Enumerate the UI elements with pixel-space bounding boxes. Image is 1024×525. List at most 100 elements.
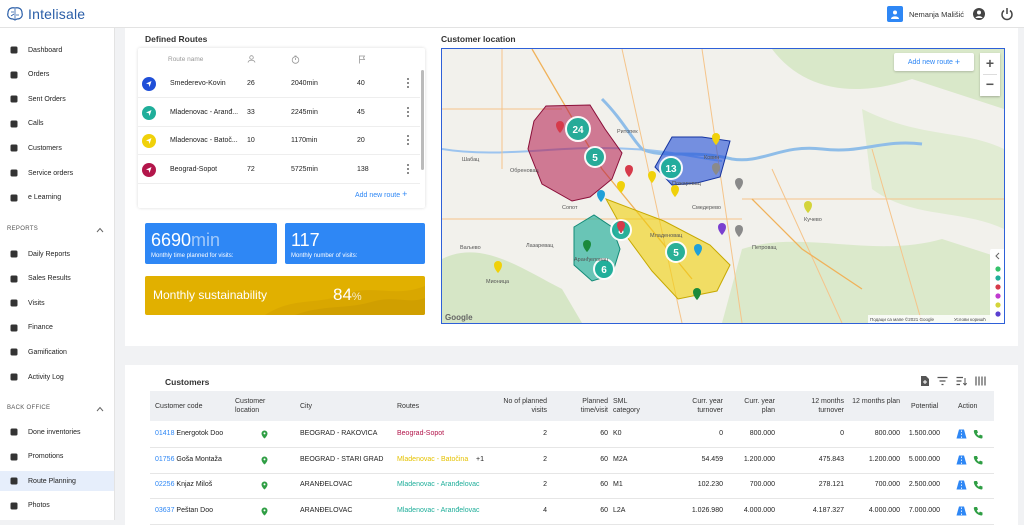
- map-canvas[interactable]: 24 5 13 8 5 6 Ритопек: [442, 49, 1004, 323]
- route-row[interactable]: Beograd-Sopot 72 5725min 138: [138, 156, 420, 184]
- customer-code-cell[interactable]: 01756 Goša Montaža: [155, 456, 222, 463]
- sidebar-item-finance[interactable]: Finance: [0, 318, 114, 338]
- table-row[interactable]: 01418 Energotok Doo BEOGRAD - RAKOVICA Beo…: [150, 422, 994, 448]
- sidebar-item-dashboard[interactable]: Dashboard: [0, 40, 114, 60]
- export-file-icon[interactable]: [920, 375, 930, 387]
- filter-icon[interactable]: [937, 376, 948, 386]
- cy-plan-cell: 800.000: [749, 430, 775, 437]
- location-pin-icon[interactable]: [261, 456, 268, 465]
- sidebar-item-daily-reports[interactable]: Daily Reports: [0, 244, 114, 264]
- customer-code-cell[interactable]: 02256 Knjaz Miloš: [155, 481, 212, 488]
- sidebar-item-calls[interactable]: Calls: [0, 114, 114, 134]
- col-routes[interactable]: Routes: [397, 402, 419, 411]
- account-icon[interactable]: [972, 7, 986, 21]
- route-row[interactable]: Mladenovac - Aranđ... 33 2245min 45: [138, 99, 420, 127]
- route-cell[interactable]: Mladenovac - Batočina: [397, 456, 468, 463]
- sidebar-item-label: Activity Log: [28, 373, 64, 381]
- route-row[interactable]: Smederevo-Kovin 26 2040min 40: [138, 70, 420, 98]
- road-icon[interactable]: [956, 455, 967, 465]
- sidebar-item-done-inventories[interactable]: Done inventories: [0, 422, 114, 442]
- m12-plan-cell: 800.000: [874, 430, 900, 437]
- sidebar-item-label: Sales Results: [28, 275, 71, 283]
- planned-visits-cell: 2: [543, 455, 547, 463]
- timer-header-icon: [291, 55, 300, 64]
- sidebar-item-sales-results[interactable]: Sales Results: [0, 269, 114, 289]
- customer-code-cell[interactable]: 01418 Energotok Doo: [155, 430, 223, 437]
- map-add-route-button[interactable]: Add new route +: [894, 53, 974, 71]
- route-flags: 20: [357, 137, 365, 144]
- sidebar-item-route-planning[interactable]: Route Planning: [0, 471, 114, 492]
- more-vert-icon[interactable]: [406, 77, 410, 89]
- route-time: 5725min: [291, 165, 318, 173]
- route-color-dot: [142, 134, 156, 148]
- monthly-visits-label: Monthly number of visits:: [291, 253, 358, 259]
- user-menu[interactable]: Nemanja Mališić: [886, 6, 964, 22]
- cy-plan-cell: 700.000: [749, 481, 775, 488]
- zoom-in-button[interactable]: +: [980, 53, 1000, 74]
- col-customer-location[interactable]: Customer location: [235, 397, 280, 415]
- col-12m-turnover[interactable]: 12 months turnover: [793, 397, 844, 415]
- routes-scrollbar[interactable]: [421, 70, 424, 170]
- phone-call-icon[interactable]: [973, 455, 983, 465]
- customer-code-cell[interactable]: 03637 Peštan Doo: [155, 507, 213, 514]
- chevron-up-icon[interactable]: [96, 226, 104, 234]
- sidebar-item-e-learning[interactable]: e Learning: [0, 188, 114, 208]
- sidebar-item-gamification[interactable]: Gamification: [0, 342, 114, 362]
- table-row[interactable]: 01756 Goša Montaža BEOGRAD - STARI GRAD Ml…: [150, 448, 994, 474]
- logo[interactable]: Intelisale: [6, 6, 85, 22]
- sidebar-item-service-orders[interactable]: Service orders: [0, 163, 114, 183]
- sidebar-item-sent-orders[interactable]: Sent Orders: [0, 89, 114, 109]
- location-pin-icon[interactable]: [261, 481, 268, 490]
- route-extra-count[interactable]: +1: [476, 456, 484, 463]
- top-bar: Intelisale Nemanja Mališić: [0, 0, 1024, 28]
- planned-time-cell: 60: [600, 506, 608, 514]
- svg-text:Пожаревац: Пожаревац: [672, 181, 702, 187]
- more-vert-icon[interactable]: [406, 134, 410, 146]
- zoom-out-button[interactable]: −: [980, 75, 1000, 96]
- sidebar-item-promotions[interactable]: Promotions: [0, 447, 114, 467]
- route-cell[interactable]: Beograd-Sopot: [397, 430, 444, 437]
- phone-call-icon[interactable]: [973, 506, 983, 516]
- sort-icon[interactable]: [956, 376, 967, 386]
- route-name: Beograd-Sopot: [170, 165, 218, 173]
- location-pin-icon[interactable]: [261, 430, 268, 439]
- more-vert-icon[interactable]: [406, 106, 410, 118]
- columns-icon[interactable]: [975, 376, 986, 386]
- phone-call-icon[interactable]: [973, 429, 983, 439]
- navigation-arrow-icon: [146, 109, 152, 116]
- route-cell[interactable]: Mladenovac - Aranđelovac: [397, 481, 480, 488]
- avatar: [886, 6, 903, 22]
- table-row[interactable]: 03637 Peštan Doo ARANĐELOVAC Mladenovac - …: [150, 499, 994, 525]
- road-icon[interactable]: [956, 429, 967, 439]
- col-potential[interactable]: Potential: [911, 402, 938, 411]
- sidebar-item-visits[interactable]: Visits: [0, 293, 114, 313]
- route-row[interactable]: Mladenovac - Batoč... 10 1170min 20: [138, 127, 420, 155]
- col-customer-code[interactable]: Customer code: [155, 402, 202, 411]
- sidebar-item-orders[interactable]: Orders: [0, 65, 114, 85]
- customer-map[interactable]: 24 5 13 8 5 6 Ритопек: [441, 48, 1005, 324]
- add-new-route-button[interactable]: Add new route +: [355, 189, 407, 199]
- more-vert-icon[interactable]: [406, 163, 410, 175]
- phone-call-icon[interactable]: [973, 480, 983, 490]
- monthly-time-label: Monthly time planned for visits:: [151, 253, 234, 259]
- location-pin-icon[interactable]: [261, 507, 268, 516]
- road-icon[interactable]: [956, 506, 967, 516]
- col-planned-time[interactable]: Planned time/visit: [570, 397, 608, 415]
- col-city[interactable]: City: [300, 402, 312, 411]
- route-legend-panel[interactable]: [990, 249, 1004, 323]
- road-icon[interactable]: [956, 480, 967, 490]
- route-time: 2040min: [291, 80, 318, 87]
- section-back-office: BACK OFFICE: [7, 405, 51, 411]
- col-curr-year-plan[interactable]: Curr. year plan: [733, 397, 775, 415]
- col-12m-plan[interactable]: 12 months plan: [850, 397, 900, 406]
- sidebar-item-activity-log[interactable]: Activity Log: [0, 367, 114, 387]
- sidebar-item-photos[interactable]: Photos: [0, 496, 114, 516]
- route-cell[interactable]: Mladenovac - Aranđelovac: [397, 507, 480, 514]
- col-sml-category[interactable]: SML category: [613, 397, 647, 415]
- chevron-up-icon[interactable]: [96, 405, 104, 413]
- col-curr-year-turnover[interactable]: Curr. year turnover: [677, 397, 723, 415]
- table-row[interactable]: 02256 Knjaz Miloš ARANĐELOVAC Mladenovac -…: [150, 473, 994, 499]
- sidebar-item-customers[interactable]: Customers: [0, 138, 114, 158]
- power-icon[interactable]: [1000, 7, 1014, 21]
- col-planned-visits[interactable]: No of planned visits: [490, 397, 547, 415]
